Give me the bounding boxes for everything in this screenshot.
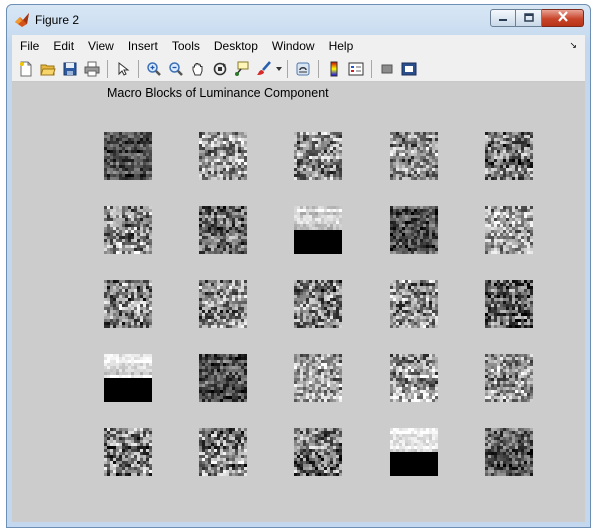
macro-block [104, 206, 152, 254]
window-title: Figure 2 [35, 13, 80, 27]
macro-block [199, 206, 247, 254]
macro-block [390, 280, 438, 328]
menu-edit[interactable]: Edit [46, 39, 81, 53]
open-file-icon[interactable] [37, 58, 59, 80]
print-icon[interactable] [81, 58, 103, 80]
macro-block [104, 354, 152, 402]
macro-block [104, 428, 152, 476]
macro-block [390, 206, 438, 254]
macro-block [104, 132, 152, 180]
macro-block [199, 132, 247, 180]
menu-desktop[interactable]: Desktop [207, 39, 265, 53]
menu-tools[interactable]: Tools [165, 39, 207, 53]
macro-block [199, 354, 247, 402]
macro-block [199, 428, 247, 476]
macro-block [485, 354, 533, 402]
brush-icon[interactable] [253, 58, 275, 80]
title-bar[interactable]: Figure 2 [7, 5, 590, 35]
toolbar-separator [287, 59, 288, 78]
new-figure-icon[interactable] [15, 58, 37, 80]
menu-window[interactable]: Window [265, 39, 322, 53]
data-cursor-icon[interactable] [231, 58, 253, 80]
link-plot-icon[interactable] [292, 58, 314, 80]
macro-block [104, 280, 152, 328]
macro-block [485, 280, 533, 328]
edit-plot-icon[interactable] [112, 58, 134, 80]
macro-block [485, 428, 533, 476]
legend-icon[interactable] [345, 58, 367, 80]
rotate-3d-icon[interactable] [209, 58, 231, 80]
menu-bar: File Edit View Insert Tools Desktop Wind… [12, 35, 585, 57]
close-button[interactable] [542, 9, 584, 27]
toolbar-separator [371, 59, 372, 78]
figure-canvas: Macro Blocks of Luminance Component [12, 82, 585, 522]
show-plot-tools-icon[interactable] [398, 58, 420, 80]
pan-icon[interactable] [187, 58, 209, 80]
menu-file[interactable]: File [12, 39, 46, 53]
macro-block [294, 428, 342, 476]
figure-window: Figure 2 File Edit View Insert Tools Des… [6, 4, 591, 528]
figure-title: Macro Blocks of Luminance Component [107, 86, 329, 100]
macro-block [199, 280, 247, 328]
macro-block [294, 280, 342, 328]
menu-insert[interactable]: Insert [121, 39, 165, 53]
chevron-down-icon[interactable]: ↘ [569, 40, 577, 51]
zoom-out-icon[interactable] [165, 58, 187, 80]
zoom-in-icon[interactable] [143, 58, 165, 80]
minimize-icon [498, 11, 508, 25]
close-icon [557, 11, 569, 25]
window-controls [490, 9, 584, 27]
macro-block [294, 354, 342, 402]
macro-block [390, 354, 438, 402]
save-icon[interactable] [59, 58, 81, 80]
maximize-button[interactable] [516, 9, 542, 27]
macro-block [390, 428, 438, 476]
macro-block [294, 132, 342, 180]
colorbar-icon[interactable] [323, 58, 345, 80]
minimize-button[interactable] [490, 9, 516, 27]
macro-block [485, 132, 533, 180]
macro-block [485, 206, 533, 254]
menu-view[interactable]: View [81, 39, 121, 53]
figure-toolbar [12, 56, 585, 82]
hide-plot-tools-icon[interactable] [376, 58, 398, 80]
dropdown-arrow-icon[interactable] [275, 58, 283, 80]
matlab-icon [14, 12, 30, 28]
maximize-icon [523, 11, 534, 25]
toolbar-separator [107, 59, 108, 78]
macro-block [390, 132, 438, 180]
toolbar-separator [138, 59, 139, 78]
toolbar-separator [318, 59, 319, 78]
macro-block [294, 206, 342, 254]
menu-help[interactable]: Help [322, 39, 361, 53]
